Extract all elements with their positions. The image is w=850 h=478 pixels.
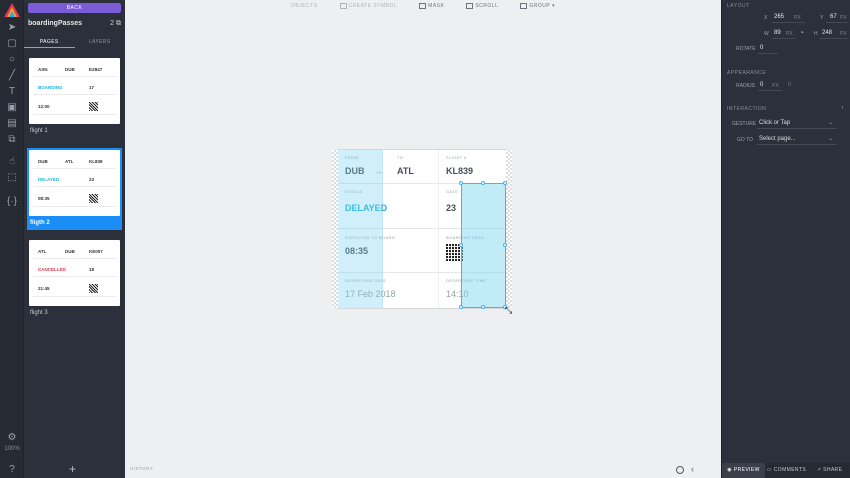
history-label[interactable]: HISTORY [130,466,153,471]
resize-cursor-icon: ⤡ [505,305,513,315]
text-tool-icon[interactable]: T [6,86,18,98]
share-icon: ↗ [816,467,822,473]
mask-icon [419,2,427,9]
panel-tabs: PAGES LAYERS [24,36,125,48]
artboard[interactable]: FROM TO FLIGHT # DUB → ATL KL839 STATUS … [332,150,512,309]
rotate-field[interactable]: 0 [760,45,763,51]
hotspot-left[interactable] [338,150,383,308]
resize-handle[interactable] [503,243,507,247]
x-field[interactable]: 265 [774,14,784,20]
gate-label: GATE [446,189,459,194]
record-icon[interactable] [676,466,684,474]
hotspot-selected[interactable] [461,183,506,308]
pages-panel: BACK boardingPasses 2 ⧉ PAGES LAYERS ASN… [24,0,125,478]
inspector-panel: LAYOUT X 265 PX Y 67 PX W 89 PX ⚭ H 248 … [721,0,850,478]
y-field[interactable]: 67 [830,14,837,20]
resize-handle[interactable] [459,305,463,309]
page-count: 2 ⧉ [110,20,121,27]
radius-field[interactable]: 0 [760,82,763,88]
qr-code-icon [89,102,98,111]
ellipse-tool-icon[interactable]: ○ [6,54,18,66]
width-field[interactable]: 89 [774,30,781,36]
resize-handle[interactable] [503,181,507,185]
qr-code-icon [89,284,98,293]
add-page-icon[interactable]: + [69,463,76,475]
scroll-icon [466,2,474,9]
page-label-1[interactable]: flight 1 [30,128,48,134]
symbol-tool-icon[interactable]: ⧉ [6,134,18,146]
preview-button[interactable]: ◉ PREVIEW [722,463,765,478]
chevron-left-icon[interactable]: ‹ [691,464,694,474]
help-icon[interactable]: ? [6,464,18,476]
objects-label: OBJECTS [290,3,318,9]
image-tool-icon[interactable]: ▣ [6,102,18,114]
appearance-section-title: APPEARANCE [727,70,767,76]
flight-label: FLIGHT # [446,155,467,160]
pages-icon: ⧉ [116,20,121,27]
mask-button[interactable]: MASK [419,0,444,12]
resize-handle[interactable] [481,181,485,185]
comment-icon: ▭ [766,467,772,473]
corner-radius-icon[interactable]: ▯ [788,81,791,87]
artboard-transparency-right [506,150,512,308]
to-value: ATL [397,166,414,176]
flight-value: KL839 [446,166,474,176]
comments-button[interactable]: ▭ COMMENTS [765,463,808,478]
document-title: boardingPasses [28,20,83,27]
group-icon [520,2,528,9]
page-thumbnail-3[interactable]: ATL DUB KE007 CANCELLED 18 21:45 [29,240,120,306]
frame-tool-icon[interactable]: ⬚ [6,172,18,184]
scroll-button[interactable]: SCROLL [466,0,498,12]
app-logo-icon[interactable] [4,3,20,17]
line-tool-icon[interactable]: ╱ [6,70,18,82]
zoom-level[interactable]: 100% [0,446,24,452]
rectangle-tool-icon[interactable]: ▢ [6,38,18,50]
tab-pages[interactable]: PAGES [24,36,75,48]
gesture-dropdown[interactable]: Click or Tap [759,120,790,126]
layout-section-title: LAYOUT [727,3,750,9]
select-tool-icon[interactable]: ➤ [6,22,18,34]
hotspot-tool-icon[interactable]: ☝ [6,156,18,168]
canvas[interactable]: OBJECTS CREATE SYMBOL MASK SCROLL GROUP … [125,0,721,478]
create-symbol-button[interactable]: CREATE SYMBOL [339,0,398,12]
goto-dropdown[interactable]: Select page... [759,136,796,142]
share-button[interactable]: ↗ SHARE [808,463,850,478]
page-thumbnail-1[interactable]: ASN DUB EZ847 BOARDING 17 12:00 [29,58,120,124]
gate-value: 23 [446,203,457,213]
canvas-toolbar: OBJECTS CREATE SYMBOL MASK SCROLL GROUP … [125,0,721,12]
back-button[interactable]: BACK [28,3,121,13]
interaction-section-title: INTERACTION [727,106,767,112]
eye-icon: ◉ [727,467,733,473]
height-field[interactable]: 248 [822,30,832,36]
artboard-tool-icon[interactable]: ▤ [6,118,18,130]
bottom-tabs: ◉ PREVIEW ▭ COMMENTS ↗ SHARE [722,463,850,478]
qr-code-icon [89,194,98,203]
resize-handle[interactable] [481,305,485,309]
variables-tool-icon[interactable]: {·} [6,196,18,208]
to-label: TO [397,155,404,160]
page-thumbnail-2[interactable]: DUB ATL KL839 DELAYED 23 08:35 [29,150,120,216]
symbol-icon [339,2,347,9]
resize-handle[interactable] [459,243,463,247]
group-button[interactable]: GROUP ▾ [520,0,555,12]
page-label-2[interactable]: fligth 2 [30,220,50,226]
resize-handle[interactable] [459,181,463,185]
tool-rail: ➤ ▢ ○ ╱ T ▣ ▤ ⧉ ☝ ⬚ {·} ⚙ 100% ? [0,0,24,478]
tab-layers[interactable]: LAYERS [75,36,126,48]
chevron-down-icon[interactable]: ⌄ [828,119,833,126]
chevron-down-icon[interactable]: ⌄ [828,135,833,142]
page-label-3[interactable]: flight 3 [30,310,48,316]
info-icon[interactable]: i [842,105,843,111]
link-dimensions-icon[interactable]: ⚭ [800,30,804,36]
settings-icon[interactable]: ⚙ [6,432,18,444]
